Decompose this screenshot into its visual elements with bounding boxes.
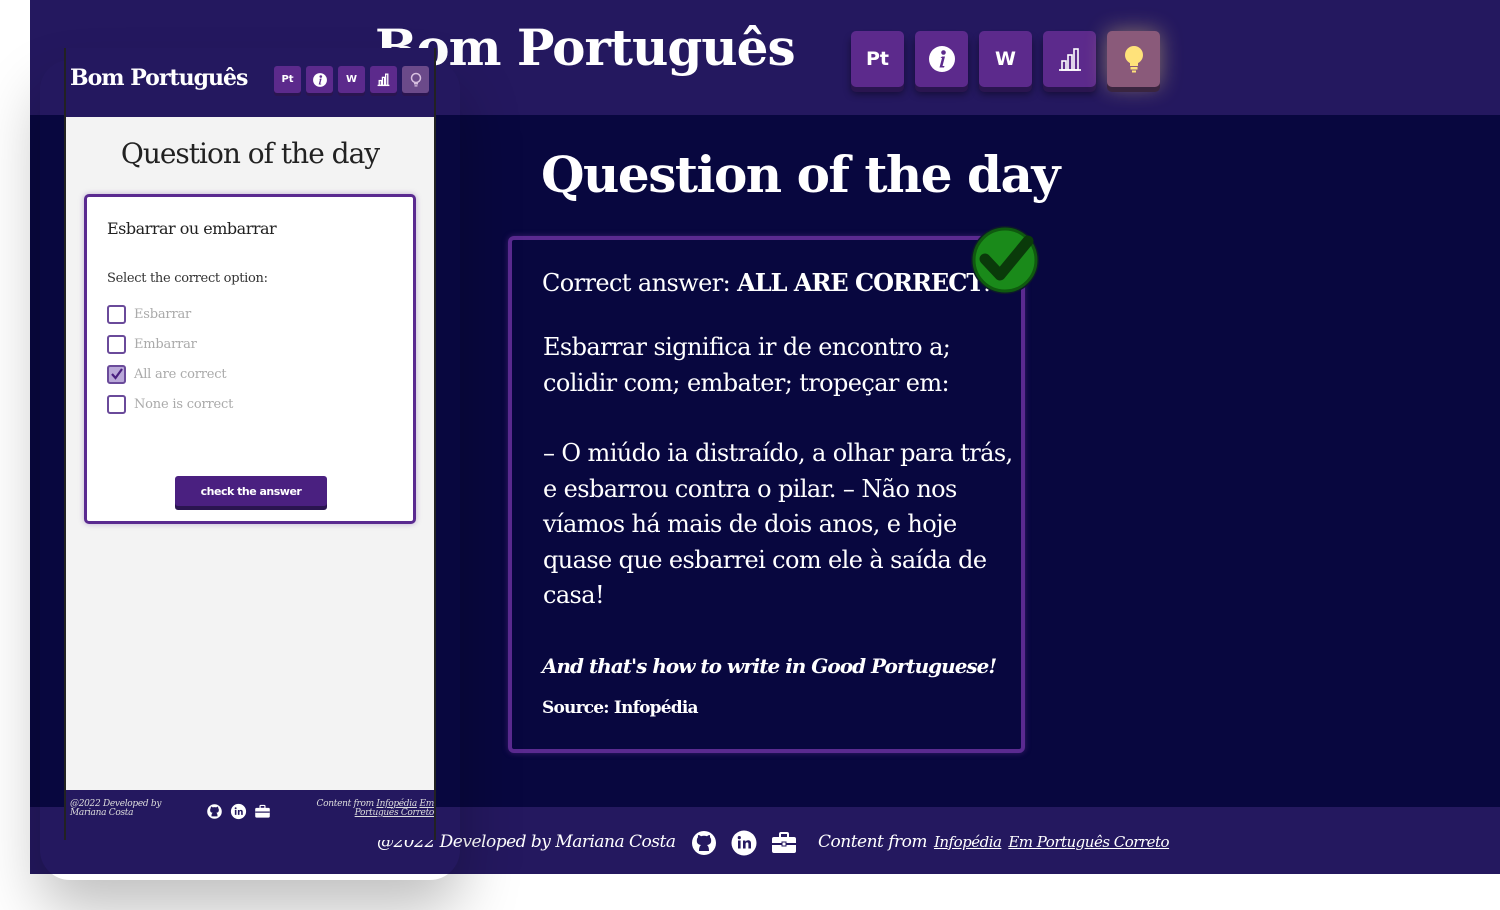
nav-stats-button[interactable] bbox=[1043, 31, 1096, 87]
correct-answer-value: ALL ARE CORRECT bbox=[737, 268, 984, 297]
answer-explanation: Esbarrar significa ir de encontro a; col… bbox=[543, 333, 951, 397]
answer-source: Source: Infopédia bbox=[542, 698, 699, 718]
correct-check-icon bbox=[971, 226, 1039, 294]
nav-info-button[interactable] bbox=[915, 31, 968, 87]
pt-text-icon: Pt bbox=[281, 74, 294, 85]
option-none-correct[interactable]: None is correct bbox=[107, 389, 233, 419]
checkmark-icon bbox=[110, 368, 123, 380]
option-label: All are correct bbox=[134, 366, 227, 382]
info-icon bbox=[928, 46, 955, 72]
option-esbarrar[interactable]: Esbarrar bbox=[107, 299, 233, 329]
question-text: Esbarrar ou embarrar bbox=[107, 219, 277, 238]
mobile-nav-tip-button[interactable] bbox=[402, 66, 429, 93]
option-checkbox[interactable] bbox=[107, 394, 126, 414]
select-prompt: Select the correct option: bbox=[107, 271, 268, 286]
mobile-screen: Bom Português Pt W Question of the day E… bbox=[64, 48, 436, 840]
page-title: Question of the day bbox=[541, 145, 1060, 204]
infopedia-link[interactable]: Infopédia bbox=[934, 833, 1002, 851]
mobile-footer-icons bbox=[206, 803, 271, 820]
option-label: Esbarrar bbox=[134, 306, 192, 322]
bar-chart-icon bbox=[1058, 48, 1081, 71]
option-checkbox[interactable] bbox=[107, 304, 126, 324]
github-icon[interactable] bbox=[690, 829, 718, 857]
mobile-page-title: Question of the day bbox=[120, 137, 380, 170]
mobile-footer: @2022 Developed by Mariana Costa Content… bbox=[66, 790, 434, 840]
mobile-nav-w-button[interactable]: W bbox=[338, 66, 365, 93]
option-all-correct[interactable]: All are correct bbox=[107, 359, 233, 389]
footer-content-prefix: Content from bbox=[818, 832, 928, 852]
info-icon bbox=[312, 72, 327, 87]
answer-motto: And that's how to write in Good Portugue… bbox=[542, 654, 997, 678]
answer-card: Correct answer: ALL ARE CORRECT. Esbarra… bbox=[508, 236, 1025, 753]
briefcase-icon[interactable] bbox=[770, 829, 798, 857]
option-label: None is correct bbox=[134, 396, 234, 412]
mobile-nav-stats-button[interactable] bbox=[370, 66, 397, 93]
question-card: Esbarrar ou embarrar Select the correct … bbox=[84, 194, 416, 524]
nav-tip-button[interactable] bbox=[1107, 31, 1160, 87]
mobile-header: Bom Português Pt W bbox=[66, 48, 434, 117]
option-label: Embarrar bbox=[134, 336, 197, 352]
mobile-brand-text: Bom Português bbox=[70, 65, 248, 91]
linkedin-icon[interactable] bbox=[730, 829, 758, 857]
pt-text-icon: Pt bbox=[865, 48, 889, 70]
mobile-brand-logo[interactable]: Bom Português bbox=[70, 65, 248, 91]
w-text-icon: W bbox=[995, 48, 1016, 70]
correct-answer-prefix: Correct answer: bbox=[542, 269, 738, 297]
w-text-icon: W bbox=[345, 74, 358, 85]
mobile-nav-pt-button[interactable]: Pt bbox=[274, 66, 301, 93]
footer-content-credit: Content from Infopédia Em Português Corr… bbox=[818, 832, 1170, 852]
nav-pt-button[interactable]: Pt bbox=[851, 31, 904, 87]
answer-example: – O miúdo ia distraído, a olhar para trá… bbox=[543, 439, 1013, 609]
footer-icons bbox=[690, 829, 798, 857]
bar-chart-icon bbox=[377, 73, 390, 87]
lightbulb-icon bbox=[410, 72, 421, 86]
github-icon[interactable] bbox=[206, 803, 223, 820]
mobile-nav-info-button[interactable] bbox=[306, 66, 333, 93]
nav-w-button[interactable]: W bbox=[979, 31, 1032, 87]
briefcase-icon[interactable] bbox=[254, 803, 271, 820]
mobile-header-nav: Pt W bbox=[274, 66, 429, 93]
option-embarrar[interactable]: Embarrar bbox=[107, 329, 233, 359]
linkedin-icon[interactable] bbox=[230, 803, 247, 820]
correct-answer-line: Correct answer: ALL ARE CORRECT. bbox=[542, 268, 991, 297]
option-checkbox-checked[interactable] bbox=[107, 364, 126, 384]
options-list: Esbarrar Embarrar All are correct None i… bbox=[107, 299, 233, 419]
header-nav: Pt W bbox=[851, 31, 1160, 87]
option-checkbox[interactable] bbox=[107, 334, 126, 354]
check-answer-button[interactable]: check the answer bbox=[175, 476, 327, 506]
mobile-footer-content-credit: Content from Infopédia Em Português Corr… bbox=[284, 800, 434, 818]
em-portugues-correto-link[interactable]: Em Português Correto bbox=[1008, 833, 1169, 851]
lightbulb-icon bbox=[1124, 46, 1143, 73]
mobile-footer-credit: @2022 Developed by Mariana Costa bbox=[70, 799, 162, 818]
